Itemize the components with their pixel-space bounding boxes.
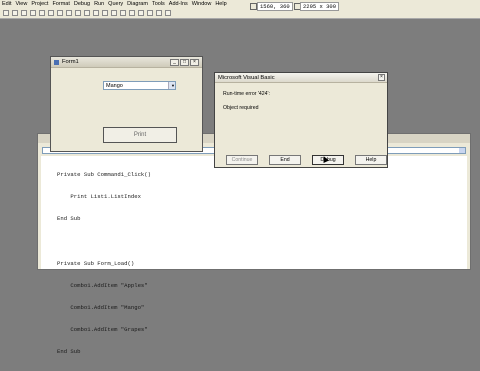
menu-diagram[interactable]: Diagram [127,1,148,7]
position-readout: 1560, 360 [257,2,293,11]
continue-button[interactable]: Continue [226,155,258,165]
combobox-value: Mango [106,83,123,89]
copy-icon[interactable] [57,9,63,16]
code-editor[interactable]: Private Sub Command1_Click() Print List1… [41,156,467,355]
redo-icon[interactable] [93,9,99,16]
form-layout-icon[interactable] [147,9,153,16]
menu-query[interactable]: Query [108,1,123,7]
find-icon[interactable] [75,9,81,16]
code-line: End Sub [57,215,81,223]
error-message-text: Object required [223,105,259,111]
close-button[interactable]: × [190,59,199,66]
menu-run[interactable]: Run [94,1,104,7]
code-line: Combo1.AddItem "Apples" [57,281,148,289]
code-line: Print List1.ListIndex [57,193,141,201]
help-button[interactable]: Help [355,155,387,165]
form1-window: Form1 _ □ × Mango ▼ Print [50,56,203,152]
chevron-down-icon[interactable] [459,148,465,153]
dialog-title: Microsoft Visual Basic [218,74,275,81]
object-browser-icon[interactable] [156,9,162,16]
position-icon [250,3,257,10]
form-icon [54,59,59,65]
open-icon[interactable] [30,9,36,16]
form1-title: Form1 [62,59,79,65]
menu-tools[interactable]: Tools [152,1,165,7]
code-line: Combo1.AddItem "Mango" [57,304,145,312]
close-icon[interactable]: × [378,74,385,81]
menu-bar: Edit View Project Format Debug Run Query… [0,0,480,7]
stop-icon[interactable] [120,9,126,16]
menu-debug[interactable]: Debug [74,1,90,7]
print-button[interactable]: Print [103,127,177,143]
code-line: End Sub [57,348,81,356]
add-form-icon[interactable] [12,9,18,16]
menu-addins[interactable]: Add-Ins [169,1,188,7]
project-explorer-icon[interactable] [129,9,135,16]
toolbox-icon[interactable] [165,9,171,16]
minimize-button[interactable]: _ [170,59,179,66]
add-project-icon[interactable] [3,9,9,16]
menu-window[interactable]: Window [192,1,212,7]
menu-editor-icon[interactable] [21,9,27,16]
menu-format[interactable]: Format [52,1,69,7]
save-icon[interactable] [39,9,45,16]
menu-project[interactable]: Project [31,1,48,7]
paste-icon[interactable] [66,9,72,16]
cut-icon[interactable] [48,9,54,16]
error-code-text: Run-time error '424': [223,91,270,97]
undo-icon[interactable] [84,9,90,16]
code-line: Private Sub Form_Load() [57,259,135,267]
properties-icon[interactable] [138,9,144,16]
size-readout: 2295 x 300 [300,2,340,11]
dialog-titlebar[interactable]: Microsoft Visual Basic [215,73,387,83]
menu-view[interactable]: View [15,1,27,7]
chevron-down-icon[interactable]: ▼ [168,82,175,89]
code-line: Combo1.AddItem "Grapes" [57,326,148,334]
maximize-button[interactable]: □ [180,59,189,66]
break-icon[interactable] [111,9,117,16]
error-dialog: Microsoft Visual Basic × Run-time error … [214,72,388,168]
menu-help[interactable]: Help [215,1,226,7]
fruit-combobox[interactable]: Mango ▼ [103,81,176,90]
menu-edit[interactable]: Edit [2,1,11,7]
standard-toolbar [0,7,480,19]
code-line: Private Sub Command1_Click() [57,170,151,178]
end-button[interactable]: End [269,155,301,165]
run-icon[interactable] [102,9,108,16]
